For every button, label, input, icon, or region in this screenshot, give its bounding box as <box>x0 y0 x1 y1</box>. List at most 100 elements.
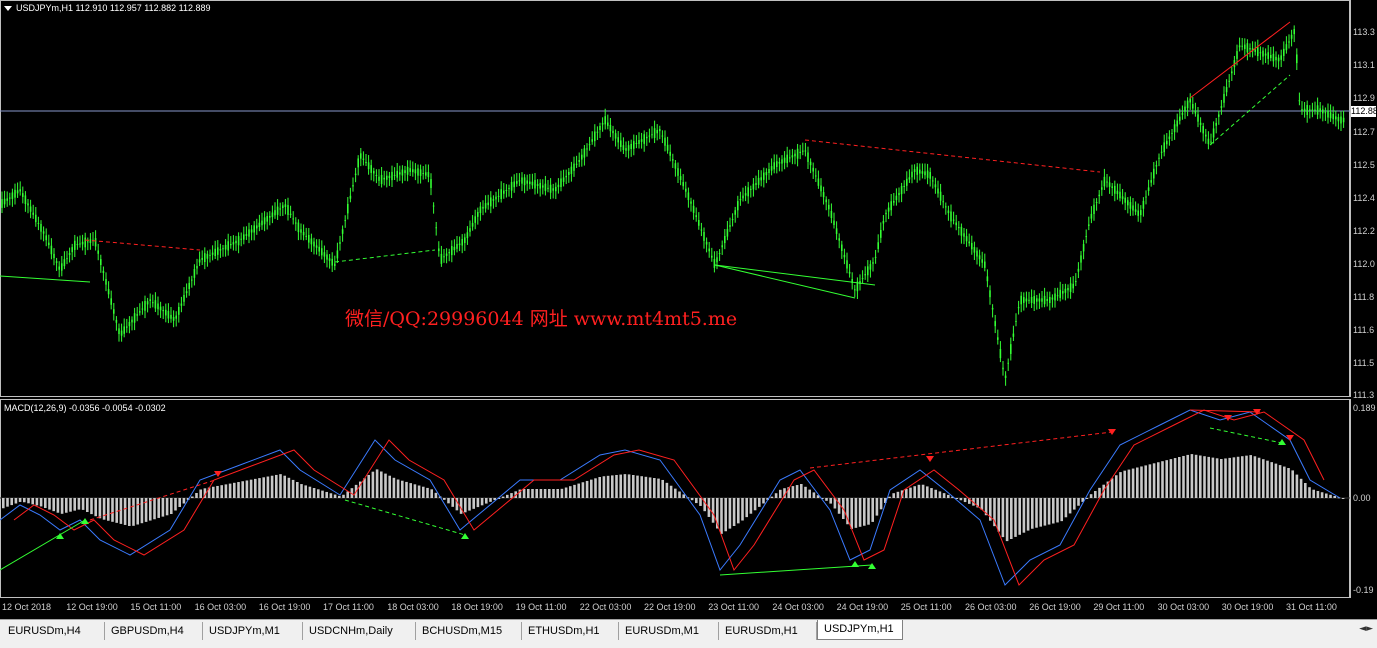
candle-body <box>263 217 266 225</box>
candle-body <box>391 171 393 181</box>
macd-histogram-bar <box>392 477 396 498</box>
chart-tab-eurusdm-h1[interactable]: EURUSDm,H1 <box>719 622 817 640</box>
candle-body <box>419 169 422 176</box>
macd-histogram-bar <box>804 486 807 498</box>
candle-body <box>1319 108 1321 112</box>
candle-body <box>1082 244 1085 252</box>
candle-body <box>271 212 274 218</box>
candle-body <box>986 276 989 282</box>
candle-body <box>976 250 978 257</box>
candle-body <box>48 242 50 246</box>
time-axis-label: 18 Oct 19:00 <box>451 602 503 612</box>
chart-tab-eurusdm-m1[interactable]: EURUSDm,M1 <box>619 622 719 640</box>
macd-histogram-bar <box>86 498 89 512</box>
candle-body <box>978 255 981 260</box>
candle-body <box>336 250 339 259</box>
candle-body <box>495 196 497 200</box>
candle-body <box>1267 52 1269 59</box>
candle-body <box>133 313 136 323</box>
candle-body <box>1231 71 1233 74</box>
candle-body <box>396 170 398 178</box>
macd-histogram-bar <box>35 498 39 506</box>
price-axis-label: 112.9 <box>1353 93 1375 103</box>
candle-body <box>409 168 411 172</box>
macd-histogram-bar <box>737 498 740 524</box>
candle-body <box>1223 93 1225 103</box>
macd-histogram-bar <box>1115 475 1118 498</box>
macd-histogram-bar <box>527 489 530 498</box>
chart-tab-usdcnhm-daily[interactable]: USDCNHm,Daily <box>303 622 416 640</box>
price-axis-label: 111.6 <box>1353 325 1375 335</box>
candle-body <box>726 228 729 237</box>
candle-body <box>1184 106 1186 112</box>
macd-histogram-bar <box>384 473 387 498</box>
candle-body <box>916 166 918 175</box>
candle-body <box>162 309 164 312</box>
chart-tab-usdjpym-h1[interactable]: USDJPYm,H1 <box>817 620 903 640</box>
candle-body <box>55 261 58 263</box>
chart-tab-eurusdm-h4[interactable]: EURUSDm,H4 <box>2 622 105 640</box>
macd-divergence-line <box>0 519 86 571</box>
chart-tab-usdjpym-m1[interactable]: USDJPYm,M1 <box>203 622 303 640</box>
candle-body <box>638 140 640 144</box>
macd-histogram-bar <box>1283 466 1286 498</box>
time-axis-label: 19 Oct 11:00 <box>515 602 567 612</box>
macd-histogram-bar <box>535 489 538 498</box>
scroll-arrows-icon[interactable]: ◄► <box>1359 624 1373 634</box>
candle-body <box>794 153 796 157</box>
macd-histogram-bar <box>275 474 278 498</box>
macd-histogram-bar <box>1165 460 1168 498</box>
candle-body <box>666 144 669 151</box>
candle-body <box>209 254 211 256</box>
candle-body <box>648 135 651 137</box>
candle-body <box>1155 165 1158 167</box>
candle-body <box>1218 114 1220 117</box>
candle-body <box>1015 320 1017 322</box>
candle-body <box>937 188 939 194</box>
candle-body <box>1 199 3 208</box>
candle-body <box>45 235 47 241</box>
time-axis-label: 31 Oct 11:00 <box>1286 602 1337 612</box>
candle-body <box>848 271 851 274</box>
macd-histogram-bar <box>405 481 408 498</box>
candle-body <box>505 190 508 192</box>
candle-body <box>477 211 479 217</box>
candle-body <box>1207 138 1210 145</box>
macd-histogram-bar <box>1325 493 1328 498</box>
candle-body <box>6 198 8 201</box>
candle-body <box>136 314 138 316</box>
macd-histogram-bar <box>871 498 874 522</box>
macd-histogram-bar <box>1220 459 1223 498</box>
candle-body <box>315 245 318 248</box>
macd-histogram-bar <box>1178 457 1181 498</box>
candle-body <box>765 172 768 176</box>
macd-histogram-bar <box>195 493 198 498</box>
chart-tab-bchusdm-m15[interactable]: BCHUSDm,M15 <box>416 622 522 640</box>
triangle-down-icon[interactable] <box>4 6 12 11</box>
macd-histogram-bar <box>1228 457 1231 498</box>
candle-body <box>729 225 731 227</box>
candle-body <box>1168 136 1171 139</box>
macd-histogram-bar <box>1295 474 1299 498</box>
macd-histogram-bar <box>758 498 761 507</box>
candle-body <box>66 258 68 260</box>
macd-histogram-bar <box>1068 498 1072 514</box>
candle-body <box>947 210 950 214</box>
macd-histogram-bar <box>917 484 921 498</box>
candle-body <box>1228 80 1230 82</box>
macd-histogram-bar <box>741 498 744 521</box>
chart-tab-gbpusdm-h4[interactable]: GBPUSDm,H4 <box>105 622 203 640</box>
candle-body <box>474 216 476 223</box>
price-axis-label: 111.3 <box>1353 390 1375 400</box>
candle-body <box>440 253 443 264</box>
macd-histogram-bar <box>409 483 412 498</box>
macd-histogram-bar <box>556 489 559 498</box>
macd-histogram-bar <box>115 498 118 523</box>
chart-tab-ethusdm-h1[interactable]: ETHUSDm,H1 <box>522 622 619 640</box>
indicator-axis-label: 0.189 <box>1353 403 1376 413</box>
arrow-down-icon <box>926 456 934 462</box>
candle-body <box>742 195 744 199</box>
candle-body <box>1054 293 1056 301</box>
candle-body <box>760 177 762 181</box>
candle-body <box>1147 187 1150 191</box>
